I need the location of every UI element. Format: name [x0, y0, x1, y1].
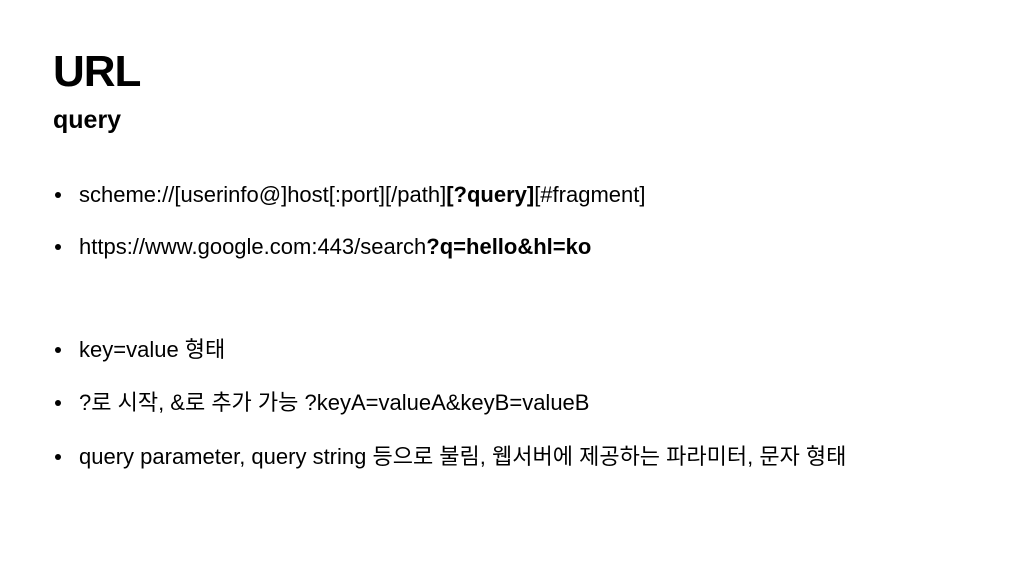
url-syntax-fragment: [#fragment] — [534, 182, 646, 207]
bullet-text: ?로 시작, &로 추가 가능 ?keyA=valueA&keyB=valueB — [79, 390, 590, 415]
slide-title: URL — [53, 47, 141, 96]
url-example-base: https://www.google.com:443/search — [79, 234, 427, 259]
slide: URL query scheme://[userinfo@]host[:port… — [0, 0, 1024, 576]
bullet-key-value: key=value 형태 — [53, 339, 225, 361]
slide-subtitle: query — [53, 106, 122, 134]
bullet-query-names: query parameter, query string 등으로 불림, 웹서… — [53, 446, 846, 468]
bullet-text: key=value 형태 — [79, 337, 226, 362]
bullet-query-format: ?로 시작, &로 추가 가능 ?keyA=valueA&keyB=valueB — [53, 392, 589, 414]
bullet-dot-icon — [55, 400, 61, 406]
url-syntax-query: [?query] — [446, 182, 535, 207]
bullet-text: query parameter, query string 등으로 불림, 웹서… — [79, 444, 847, 469]
url-syntax-prefix: scheme://[userinfo@]host[:port][/path] — [79, 182, 447, 207]
bullet-dot-icon — [55, 347, 61, 353]
url-example-query: ?q=hello&hl=ko — [426, 234, 592, 259]
bullet-url-syntax: scheme://[userinfo@]host[:port][/path][?… — [53, 184, 645, 206]
bullet-url-example: https://www.google.com:443/search?q=hell… — [53, 236, 591, 258]
bullet-dot-icon — [55, 192, 61, 198]
bullet-text: scheme://[userinfo@]host[:port][/path][?… — [79, 184, 645, 206]
bullet-text: https://www.google.com:443/search?q=hell… — [79, 236, 591, 258]
bullet-dot-icon — [55, 454, 61, 460]
bullet-dot-icon — [55, 244, 61, 250]
